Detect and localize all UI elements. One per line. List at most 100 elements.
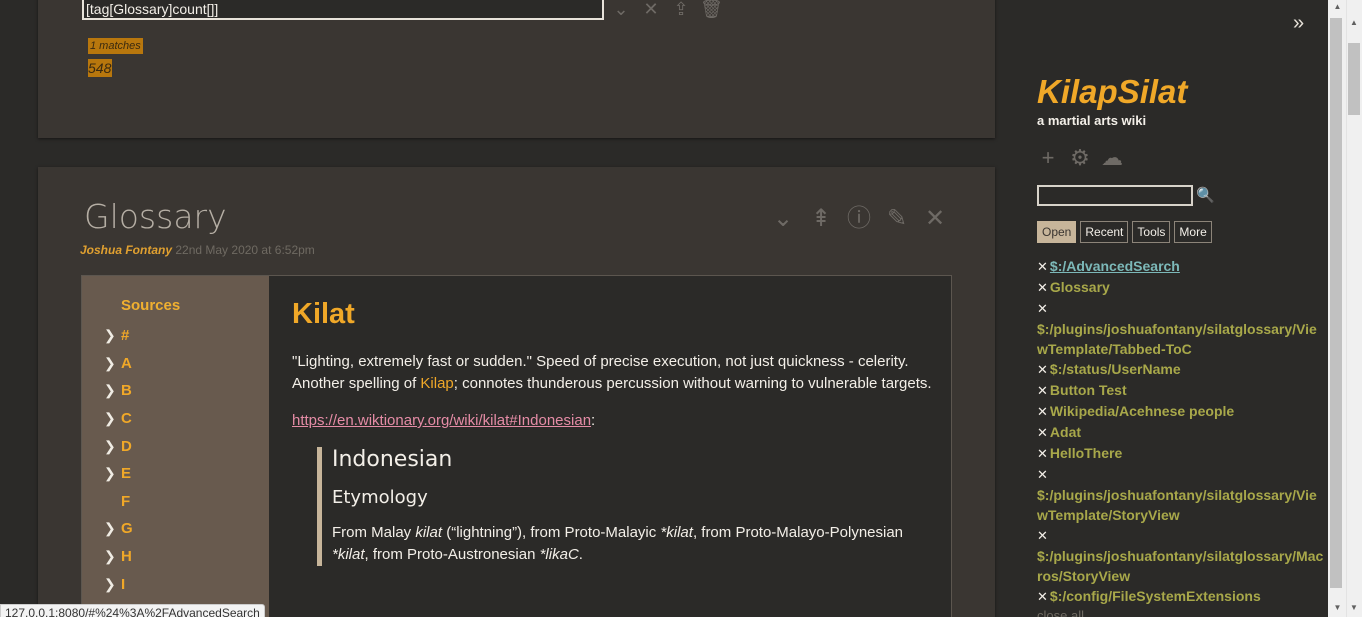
- open-tiddlers-list: ✕ $:/AdvancedSearch ✕ Glossary ✕ $:/plugins…: [1037, 256, 1327, 617]
- edit-icon[interactable]: ✎: [882, 205, 912, 235]
- quote-heading: Indonesian: [332, 447, 453, 472]
- close-icon[interactable]: ✕: [1037, 425, 1048, 440]
- open-item-link[interactable]: $:/config/FileSystemExtensions: [1050, 588, 1261, 604]
- close-tiddler-icon[interactable]: ✕: [920, 205, 950, 235]
- close-icon[interactable]: ✕: [1037, 362, 1048, 377]
- open-item: ✕ Glossary: [1037, 277, 1327, 298]
- sidebar-scroll-thumb[interactable]: [1330, 18, 1342, 588]
- glossary-panel: Sources ❯ # ❯ A ❯ B ❯ C ❯ D ❯ E F ❯ G ❯ H ❯ I Kil…: [81, 275, 952, 617]
- open-item: ✕ Wikipedia/Acehnese people: [1037, 401, 1327, 422]
- close-icon[interactable]: ✕: [1037, 404, 1048, 419]
- close-icon[interactable]: ✕: [1037, 467, 1048, 482]
- toc-item[interactable]: ❯ A: [104, 350, 133, 378]
- close-all-button[interactable]: close all: [1037, 608, 1327, 617]
- tiddler-author[interactable]: Joshua Fontany: [80, 243, 172, 257]
- toc-item-label: #: [121, 327, 130, 345]
- more-chevron-icon[interactable]: ⌄: [768, 205, 798, 235]
- open-item: ✕ $:/config/FileSystemExtensions: [1037, 586, 1327, 607]
- toc-sidebar: Sources ❯ # ❯ A ❯ B ❯ C ❯ D ❯ E F ❯ G ❯ H ❯ I: [82, 276, 269, 617]
- open-item: ✕ Button Test: [1037, 380, 1327, 401]
- chevron-right-icon[interactable]: ❯: [104, 465, 121, 482]
- search-icon[interactable]: 🔍: [1196, 186, 1215, 204]
- wiktionary-quote: Indonesian Etymology From Malay kilat (“…: [317, 447, 932, 566]
- filter-input[interactable]: [tag[Glossary]count[]]: [82, 0, 604, 20]
- tiddler-title: Glossary: [84, 197, 227, 236]
- tab-more[interactable]: More: [1174, 221, 1212, 243]
- kilap-link[interactable]: Kilap: [420, 375, 453, 392]
- chevron-right-icon[interactable]: ❯: [104, 327, 121, 344]
- toc-item-label: H: [121, 548, 132, 566]
- open-item: ✕ $:/AdvancedSearch: [1037, 256, 1327, 277]
- page-scroll-thumb[interactable]: [1348, 43, 1360, 115]
- open-item-link[interactable]: Glossary: [1050, 279, 1110, 295]
- toc-item[interactable]: ❯ G: [104, 515, 133, 543]
- delete-icon[interactable]: 🗑: [700, 0, 723, 21]
- close-icon[interactable]: ✕: [640, 0, 662, 21]
- wiktionary-link[interactable]: https://en.wiktionary.org/wiki/kilat#Ind…: [292, 412, 591, 429]
- toc-item[interactable]: F: [104, 488, 133, 516]
- toc-item[interactable]: ❯ D: [104, 432, 133, 460]
- page-scroll-down-arrow-icon[interactable]: ▼: [1346, 603, 1362, 612]
- open-item-link[interactable]: Wikipedia/Acehnese people: [1050, 403, 1234, 419]
- tab-open[interactable]: Open: [1037, 221, 1077, 243]
- match-count: 548: [88, 59, 112, 77]
- close-icon[interactable]: ✕: [1037, 589, 1048, 604]
- fold-others-icon[interactable]: ⇞: [806, 205, 836, 235]
- chevron-right-icon[interactable]: ❯: [104, 438, 121, 455]
- open-item: ✕ $:/plugins/joshuafontany/silatglossary/…: [1037, 464, 1327, 525]
- close-icon[interactable]: ✕: [1037, 528, 1048, 543]
- info-icon[interactable]: ⓘ: [844, 205, 874, 235]
- open-item-link[interactable]: $:/AdvancedSearch: [1050, 258, 1180, 274]
- open-item-link[interactable]: Adat: [1050, 424, 1081, 440]
- new-tiddler-icon[interactable]: +: [1036, 146, 1060, 172]
- open-item-link[interactable]: Button Test: [1050, 382, 1127, 398]
- open-item-link[interactable]: HelloThere: [1050, 445, 1122, 461]
- close-icon[interactable]: ✕: [1037, 301, 1048, 316]
- cloud-icon[interactable]: ☁: [1100, 146, 1124, 172]
- chevron-right-icon[interactable]: ❯: [104, 548, 121, 565]
- open-item-link[interactable]: $:/plugins/joshuafontany/silatglossary/V…: [1037, 487, 1317, 523]
- browser-status-bar: 127.0.0.1:8080/#%24%3A%2FAdvancedSearch: [0, 604, 265, 617]
- toc-item[interactable]: ❯ B: [104, 377, 133, 405]
- advanced-search-tiddler: [tag[Glossary]count[]] ⌄ ✕ ⇪ 🗑 1 matches…: [38, 0, 995, 138]
- entry-definition: "Lighting, extremely fast or sudden." Sp…: [292, 353, 932, 392]
- scroll-up-arrow-icon[interactable]: ▲: [1329, 0, 1346, 16]
- close-icon[interactable]: ✕: [1037, 259, 1048, 274]
- tiddler-date: 22nd May 2020 at 6:52pm: [175, 243, 315, 257]
- tiddler-toolbar: ⌄ ⇞ ⓘ ✎ ✕: [768, 205, 950, 235]
- page-scroll-up-arrow-icon[interactable]: ▲: [1346, 18, 1362, 27]
- tab-tools[interactable]: Tools: [1132, 221, 1171, 243]
- chevron-right-icon[interactable]: ❯: [104, 576, 121, 593]
- open-item: ✕ $:/status/UserName: [1037, 359, 1327, 380]
- gear-icon[interactable]: ⚙: [1068, 146, 1092, 172]
- toc-item-label: A: [121, 354, 132, 372]
- toc-item[interactable]: ❯ #: [104, 322, 133, 350]
- sidebar: » KilapSilat a martial arts wiki + ⚙ ☁ 🔍…: [1008, 0, 1328, 617]
- sidebar-search-input[interactable]: [1037, 185, 1193, 206]
- dropdown-chevron-icon[interactable]: ⌄: [610, 0, 632, 21]
- export-icon[interactable]: ⇪: [670, 0, 692, 21]
- quote-subheading: Etymology: [332, 487, 428, 508]
- open-item-link[interactable]: $:/plugins/joshuafontany/silatglossary/V…: [1037, 321, 1317, 357]
- close-icon[interactable]: ✕: [1037, 383, 1048, 398]
- chevron-right-icon[interactable]: ❯: [104, 355, 121, 372]
- toc-item[interactable]: ❯ E: [104, 460, 133, 488]
- toc-item[interactable]: ❯ C: [104, 405, 133, 433]
- open-item-link[interactable]: $:/status/UserName: [1050, 361, 1181, 377]
- open-item-link[interactable]: $:/plugins/joshuafontany/silatglossary/M…: [1037, 548, 1323, 584]
- toc-item[interactable]: ❯ H: [104, 543, 133, 571]
- hide-sidebar-icon[interactable]: »: [1293, 12, 1304, 35]
- tab-recent[interactable]: Recent: [1080, 221, 1129, 243]
- toc-item-label: D: [121, 437, 132, 455]
- chevron-right-icon[interactable]: ❯: [104, 520, 121, 537]
- site-subtitle: a martial arts wiki: [1037, 113, 1147, 128]
- chevron-right-icon[interactable]: ❯: [104, 410, 121, 427]
- toc-heading[interactable]: Sources: [121, 297, 180, 314]
- toc-item[interactable]: ❯ I: [104, 570, 133, 598]
- close-icon[interactable]: ✕: [1037, 280, 1048, 295]
- scroll-down-arrow-icon[interactable]: ▼: [1329, 603, 1346, 617]
- tiddler-meta: Joshua Fontany 22nd May 2020 at 6:52pm: [80, 243, 315, 257]
- chevron-right-icon[interactable]: ❯: [104, 382, 121, 399]
- page-controls: + ⚙ ☁: [1036, 146, 1124, 172]
- close-icon[interactable]: ✕: [1037, 446, 1048, 461]
